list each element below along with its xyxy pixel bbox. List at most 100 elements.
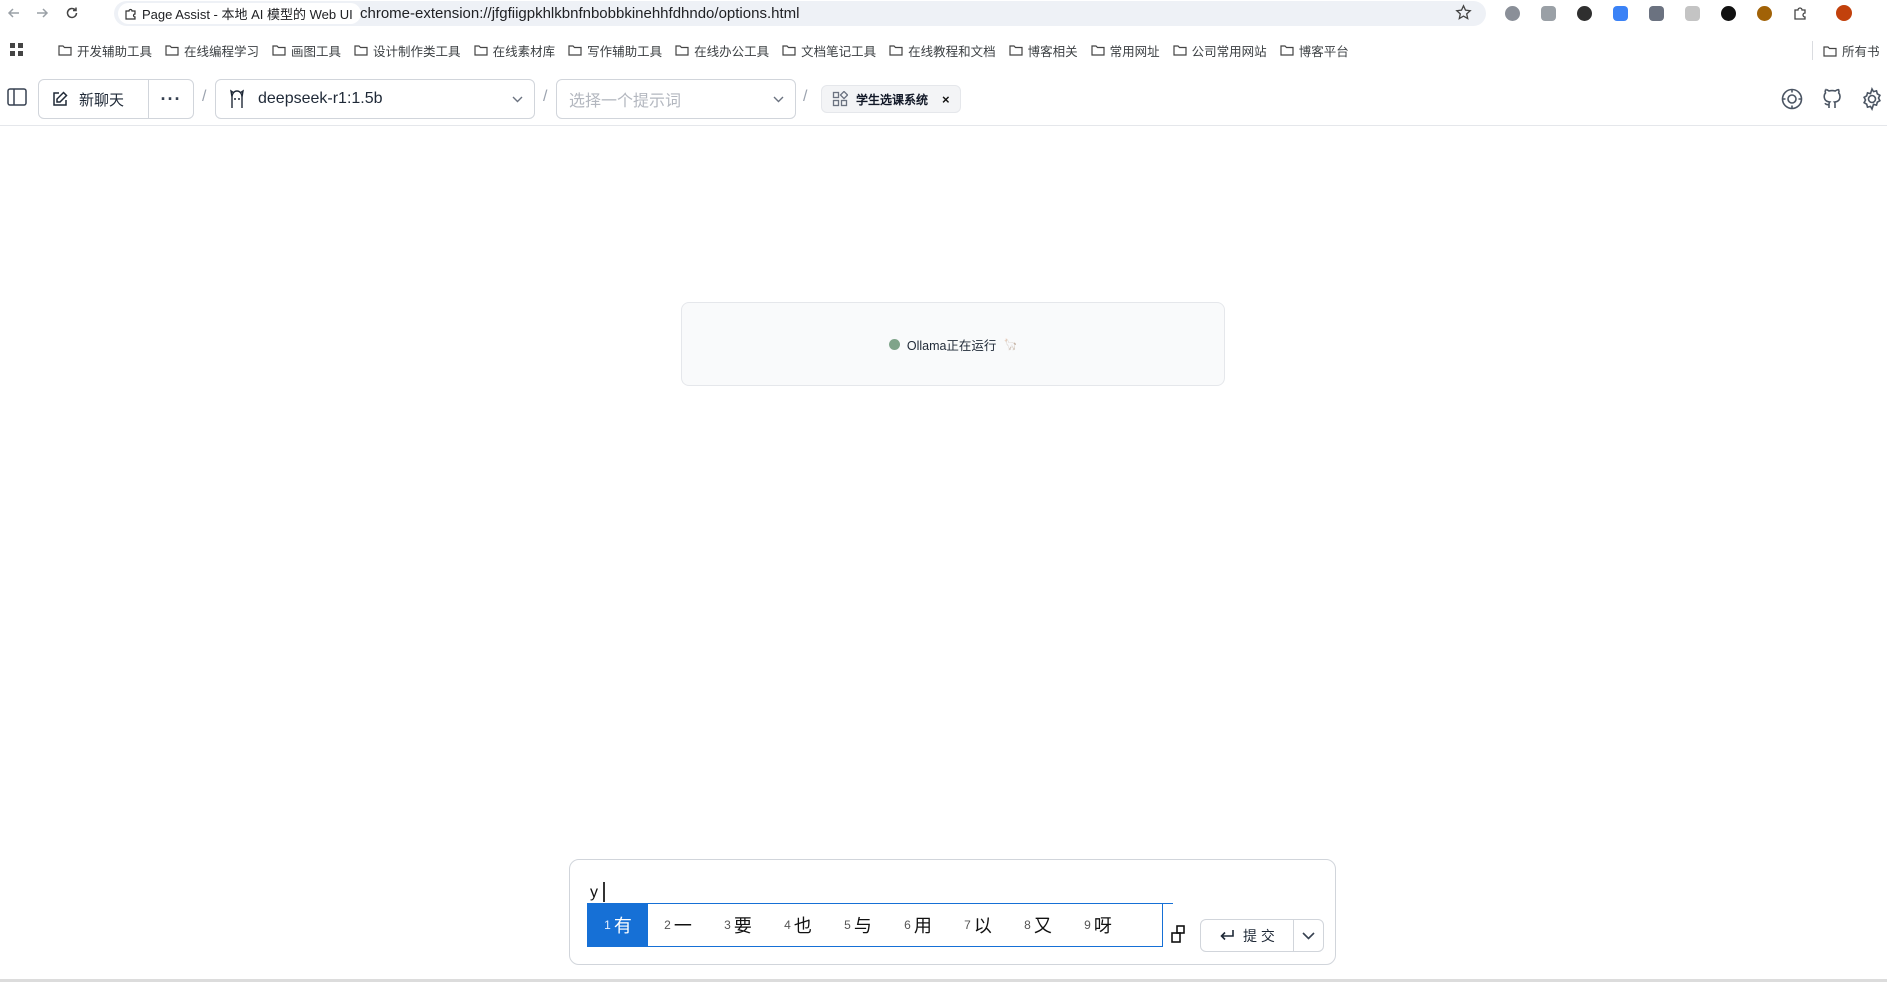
ime-candidate-number: 6 — [904, 918, 911, 932]
folder-icon — [889, 44, 903, 56]
forward-icon[interactable] — [31, 2, 53, 24]
ime-candidate-number: 8 — [1024, 918, 1031, 932]
extension-icons — [1500, 2, 1856, 24]
back-icon[interactable] — [3, 2, 25, 24]
ime-candidate-char: 用 — [913, 916, 932, 936]
chevron-down-icon — [772, 93, 785, 106]
ime-candidate[interactable]: 3要 — [708, 904, 768, 946]
bookmark-star-icon[interactable] — [1455, 4, 1472, 21]
puzzle-icon — [124, 7, 137, 20]
folder-icon — [782, 44, 796, 56]
ime-underline — [1163, 903, 1173, 904]
ime-candidate[interactable]: 7以 — [948, 904, 1008, 946]
bookmark-list: 开发辅助工具 在线编程学习 画图工具 设计制作类工具 在线素材库 写作辅助工具 在线办公工具… — [58, 41, 1362, 59]
text-caret — [603, 882, 605, 902]
folder-icon — [568, 44, 582, 56]
reload-icon[interactable] — [61, 2, 83, 24]
typed-text: y — [590, 884, 598, 901]
omnibox[interactable]: Page Assist - 本地 AI 模型的 Web UI chrome-ex… — [114, 1, 1486, 26]
new-chat-button[interactable]: 新聊天 — [39, 80, 149, 118]
bookmark-folder[interactable]: 在线编程学习 — [165, 41, 259, 59]
status-text: Ollama正在运行 — [906, 338, 997, 353]
extension-icon[interactable] — [1680, 2, 1704, 24]
ime-candidate-number: 3 — [724, 918, 731, 932]
bookmark-label: 在线办公工具 — [694, 44, 770, 59]
bookmark-folder[interactable]: 开发辅助工具 — [58, 41, 152, 59]
bookmark-label: 常用网址 — [1109, 44, 1160, 59]
sidebar-toggle-icon[interactable] — [6, 86, 28, 108]
extension-icon[interactable] — [1500, 2, 1524, 24]
ime-candidate[interactable]: 2一 — [648, 904, 708, 946]
bookmark-folder[interactable]: 画图工具 — [272, 41, 341, 59]
folder-icon — [1823, 45, 1837, 57]
ime-toolbox-icon[interactable] — [1171, 925, 1185, 943]
ime-candidate[interactable]: 9呀 — [1068, 904, 1128, 946]
extension-icon[interactable] — [1752, 2, 1776, 24]
bookmark-label: 设计制作类工具 — [373, 44, 461, 59]
bookmark-folder[interactable]: 写作辅助工具 — [568, 41, 662, 59]
ime-candidate[interactable]: 1有 — [588, 904, 648, 946]
prompt-select[interactable]: 选择一个提示词 — [556, 79, 796, 119]
ollama-settings-icon[interactable] — [1780, 87, 1804, 111]
bookmark-folder[interactable]: 博客相关 — [1009, 41, 1078, 59]
extension-icon[interactable] — [1536, 2, 1560, 24]
site-chip[interactable]: Page Assist - 本地 AI 模型的 Web UI — [118, 3, 361, 24]
submit-label: 提 交 — [1243, 927, 1275, 944]
bookmark-folder[interactable]: 设计制作类工具 — [354, 41, 461, 59]
bookmarks-bar: 开发辅助工具 在线编程学习 画图工具 设计制作类工具 在线素材库 写作辅助工具 在线办公工具… — [0, 35, 1887, 65]
knowledge-icon — [832, 91, 848, 107]
bookmark-label: 文档笔记工具 — [801, 44, 877, 59]
ime-candidate-char: 有 — [613, 916, 632, 936]
bookmark-label: 在线素材库 — [492, 44, 556, 59]
app-header: 新聊天 ··· / deepseek-r1:1.5b / 选择一个提示词 / 学… — [0, 74, 1887, 126]
bookmark-folder[interactable]: 文档笔记工具 — [782, 41, 876, 59]
bookmark-folder[interactable]: 在线教程和文档 — [889, 41, 996, 59]
github-icon[interactable] — [1820, 87, 1844, 111]
folder-icon — [675, 44, 689, 56]
ime-candidate[interactable]: 6用 — [888, 904, 948, 946]
extension-icon[interactable] — [1644, 2, 1668, 24]
bookmark-folder[interactable]: 常用网址 — [1091, 41, 1160, 59]
knowledge-tag[interactable]: 学生选课系统 × — [821, 85, 961, 113]
extension-icon[interactable] — [1716, 2, 1740, 24]
extensions-puzzle-icon[interactable] — [1788, 2, 1812, 24]
bookmark-folder[interactable]: 在线素材库 — [473, 41, 556, 59]
more-button[interactable]: ··· — [149, 80, 193, 118]
ime-candidate-number: 4 — [784, 918, 791, 932]
tab-title: Page Assist - 本地 AI 模型的 Web UI — [142, 7, 353, 22]
apps-grid-icon[interactable] — [10, 43, 24, 57]
folder-icon — [165, 44, 179, 56]
gear-icon[interactable] — [1860, 87, 1884, 111]
ime-candidate-char: 要 — [733, 916, 752, 936]
bookmark-folder[interactable]: 在线办公工具 — [675, 41, 769, 59]
all-bookmarks[interactable]: 所有书 — [1812, 41, 1880, 60]
ime-candidate-char: 呀 — [1093, 916, 1112, 936]
bookmark-label: 在线教程和文档 — [908, 44, 996, 59]
status-dot — [888, 338, 900, 350]
bookmark-label: 公司常用网站 — [1191, 44, 1267, 59]
url-text[interactable]: chrome-extension://jfgfiigpkhlkbnfnbobbk… — [360, 5, 799, 22]
close-icon[interactable]: × — [942, 92, 950, 107]
ollama-icon — [228, 89, 246, 109]
bookmark-folder[interactable]: 公司常用网站 — [1173, 41, 1267, 59]
browser-toolbar: Page Assist - 本地 AI 模型的 Web UI chrome-ex… — [0, 0, 1887, 26]
submit-button[interactable]: 提 交 — [1201, 920, 1294, 951]
profile-avatar[interactable] — [1832, 2, 1856, 24]
enter-icon — [1219, 929, 1235, 943]
llama-emoji: 🦙 — [1003, 338, 1018, 351]
ime-candidate[interactable]: 5与 — [828, 904, 888, 946]
ime-candidate-number: 7 — [964, 918, 971, 932]
extension-icon[interactable] — [1572, 2, 1596, 24]
bookmark-folder[interactable]: 博客平台 — [1280, 41, 1349, 59]
submit-options-button[interactable] — [1294, 920, 1323, 951]
folder-icon — [1280, 44, 1294, 56]
ollama-status-card: Ollama正在运行 🦙 — [681, 302, 1225, 386]
model-value: deepseek-r1:1.5b — [258, 90, 383, 107]
ime-candidate[interactable]: 4也 — [768, 904, 828, 946]
extension-icon[interactable] — [1608, 2, 1632, 24]
folder-icon — [473, 44, 488, 56]
ime-candidate[interactable]: 8又 — [1008, 904, 1068, 946]
ime-candidate-number: 5 — [844, 918, 851, 932]
model-select[interactable]: deepseek-r1:1.5b — [215, 79, 535, 119]
bookmark-label: 画图工具 — [291, 44, 342, 59]
